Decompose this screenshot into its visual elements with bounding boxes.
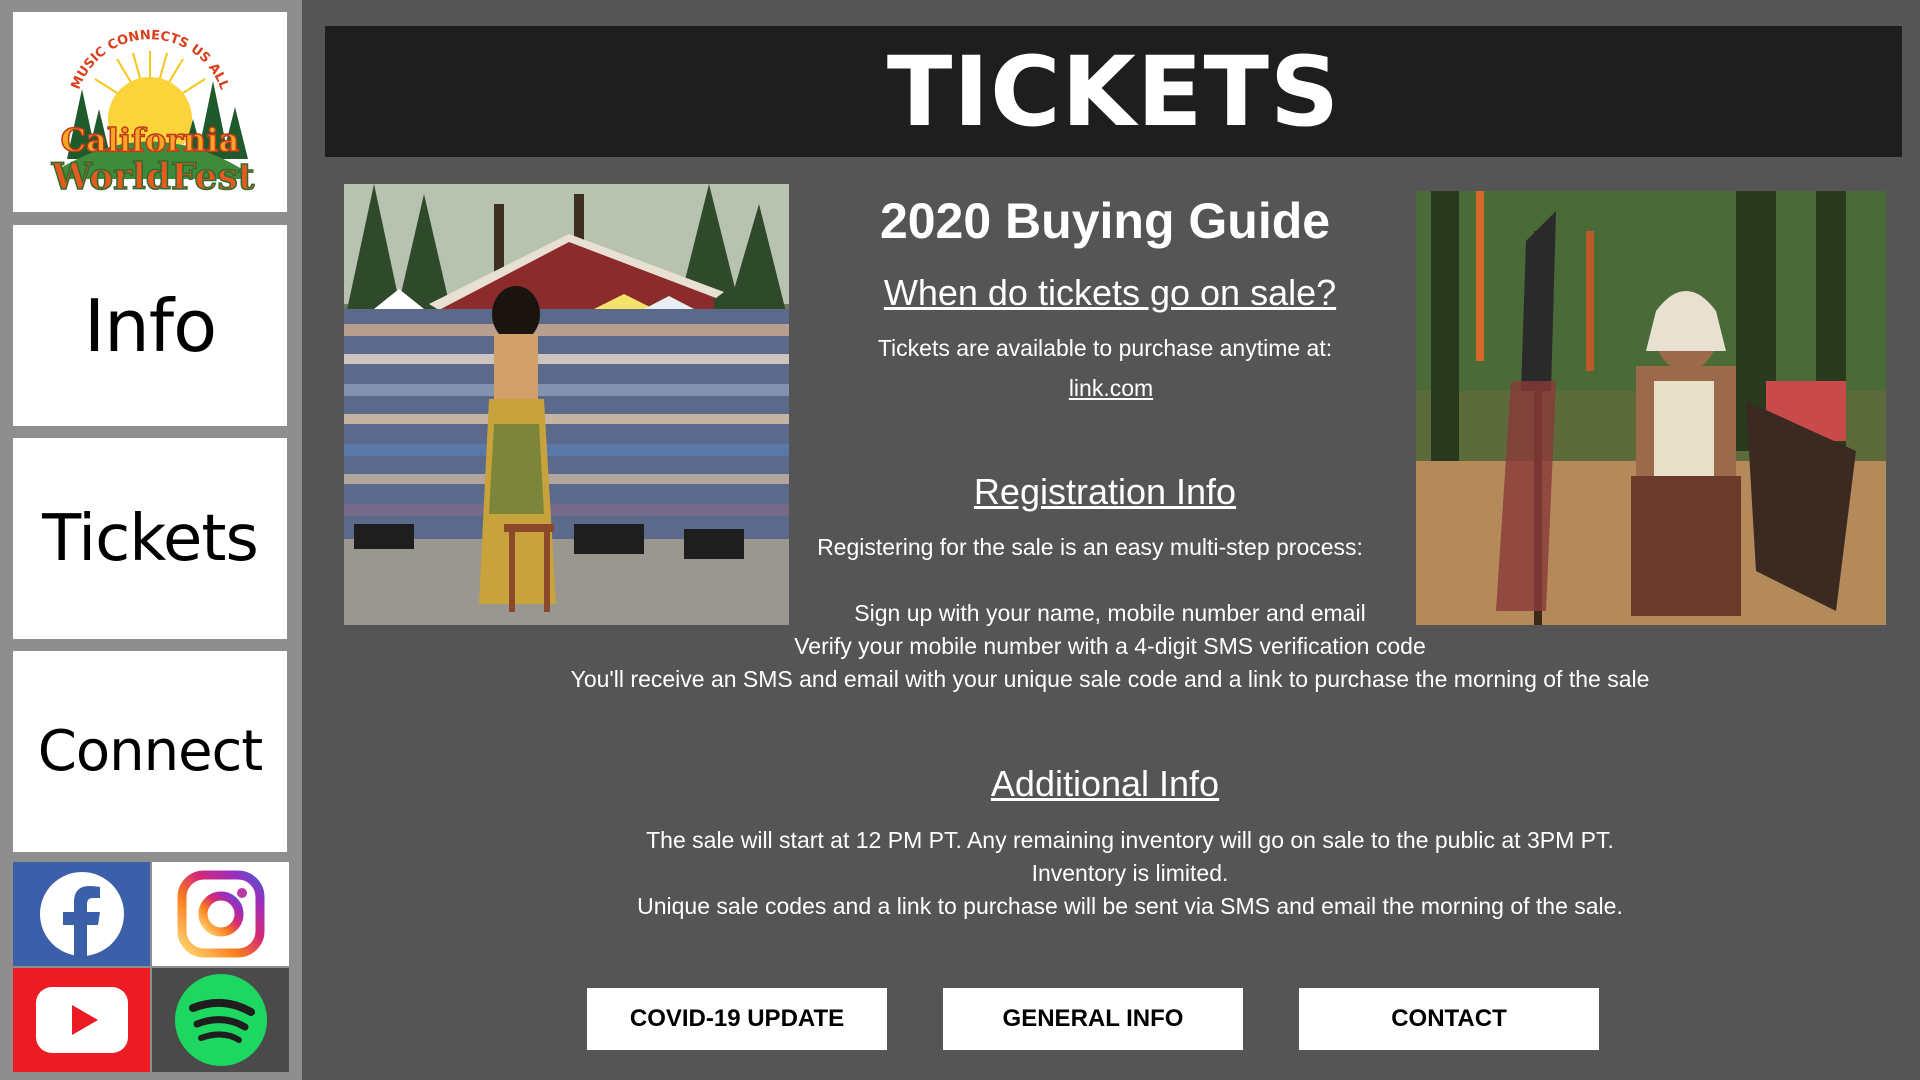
contact-button[interactable]: CONTACT (1299, 988, 1599, 1050)
general-info-button[interactable]: GENERAL INFO (943, 988, 1243, 1050)
additional-heading: Additional Info (990, 763, 1220, 804)
youtube-icon (35, 987, 128, 1053)
page-header: TICKETS (325, 26, 1902, 157)
sidebar-item-label: Connect (37, 719, 264, 784)
registration-heading: Registration Info (973, 471, 1237, 512)
sale-heading: When do tickets go on sale? (883, 272, 1337, 313)
social-links (13, 862, 289, 1072)
sidebar-item-connect[interactable]: Connect (13, 651, 287, 852)
sidebar-item-info[interactable]: Info (13, 225, 287, 426)
covid-update-button[interactable]: COVID-19 UPDATE (587, 988, 887, 1050)
spotify-icon (174, 974, 267, 1066)
youtube-link[interactable] (13, 968, 150, 1072)
dancer-photo (1416, 191, 1886, 625)
sidebar-item-label: Tickets (42, 501, 259, 576)
purchase-link[interactable]: link.com (1069, 375, 1153, 401)
sidebar: MUSIC CONNECTS US ALL California WorldFe… (0, 0, 302, 1080)
sidebar-item-label: Info (83, 283, 217, 368)
facebook-icon (39, 872, 124, 959)
registration-step-2: Verify your mobile number with a 4-digit… (794, 633, 1426, 659)
buying-guide-title: 2020 Buying Guide (879, 193, 1331, 249)
festival-logo: MUSIC CONNECTS US ALL California WorldFe… (13, 12, 287, 212)
facebook-link[interactable] (13, 862, 150, 966)
instagram-icon (177, 870, 264, 958)
registration-step-3: You'll receive an SMS and email with you… (570, 666, 1650, 692)
instagram-link[interactable] (152, 862, 289, 966)
logo-word-worldfest: WorldFest (51, 156, 255, 198)
additional-line-3: Unique sale codes and a link to purchase… (637, 893, 1623, 919)
registration-step-1: Sign up with your name, mobile number an… (854, 600, 1366, 626)
registration-intro: Registering for the sale is an easy mult… (817, 534, 1363, 560)
additional-line-2: Inventory is limited. (1031, 860, 1229, 886)
logo-word-california: California (61, 121, 240, 159)
spotify-link[interactable] (152, 968, 289, 1072)
sale-text: Tickets are available to purchase anytim… (877, 335, 1333, 361)
additional-line-1: The sale will start at 12 PM PT. Any rem… (646, 827, 1614, 853)
page-title: TICKETS (886, 35, 1341, 148)
sidebar-item-tickets[interactable]: Tickets (13, 438, 287, 639)
concert-crowd-photo (344, 184, 789, 625)
